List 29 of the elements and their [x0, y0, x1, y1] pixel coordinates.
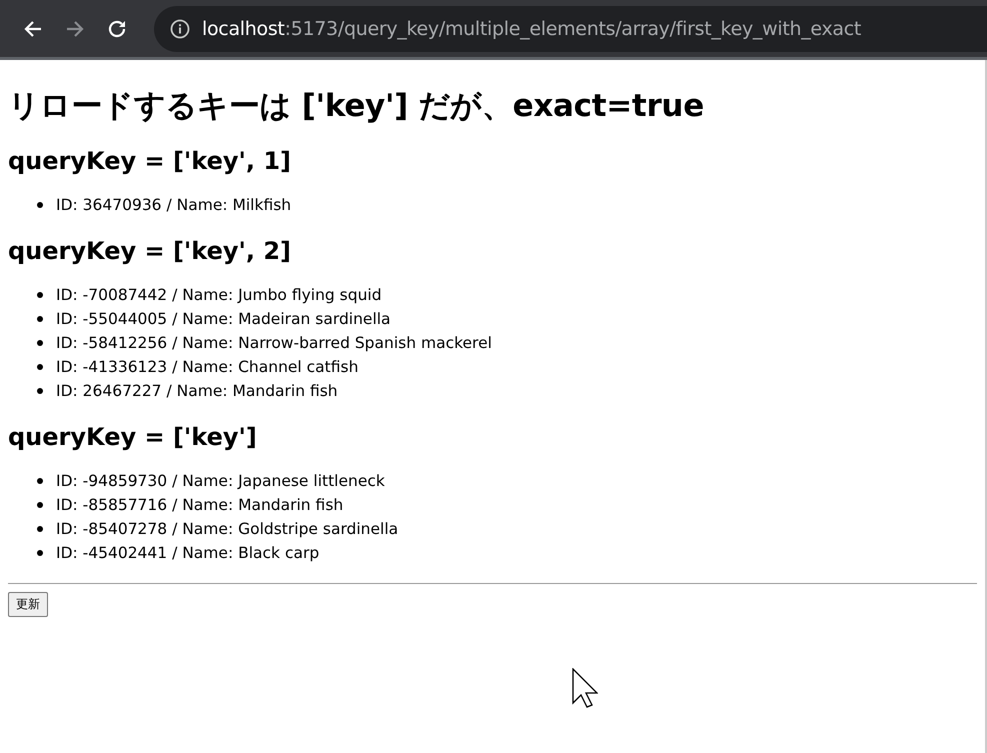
bullet-icon: [37, 550, 43, 556]
cursor-icon: [572, 668, 598, 708]
section-heading: queryKey = ['key']: [8, 423, 258, 451]
bullet-icon: [37, 502, 43, 508]
list-item: ID: 36470936 / Name: Milkfish: [56, 195, 292, 216]
list-item: ID: -41336123 / Name: Channel catfish: [56, 357, 358, 378]
bullet-icon: [37, 478, 43, 484]
section-heading: queryKey = ['key', 2]: [8, 237, 292, 265]
list-item: ID: -45402441 / Name: Black carp: [56, 543, 320, 564]
list-item: ID: -85407278 / Name: Goldstripe sardinella: [56, 519, 398, 540]
info-icon[interactable]: [170, 18, 190, 38]
bullet-icon: [37, 316, 43, 322]
bullet-icon: [37, 388, 43, 394]
address-bar[interactable]: localhost:5173/query_key/multiple_elements/array/first_key_with_exact: [154, 6, 987, 52]
list-item: ID: -55044005 / Name: Madeiran sardinella: [56, 309, 391, 330]
refresh-button[interactable]: 更新: [8, 592, 48, 617]
bullet-icon: [37, 364, 43, 370]
list-item: ID: -85857716 / Name: Mandarin fish: [56, 495, 344, 516]
page-title: リロードするキーは ['key'] だが、exact=true: [8, 87, 705, 126]
list-item: ID: -70087442 / Name: Jumbo flying squid: [56, 285, 382, 306]
bullet-icon: [37, 202, 43, 208]
url-text: localhost:5173/query_key/multiple_elements/array/first_key_with_exact: [202, 18, 862, 40]
bullet-icon: [37, 292, 43, 298]
list-item: ID: -94859730 / Name: Japanese littleneck: [56, 471, 385, 492]
bullet-icon: [37, 340, 43, 346]
bullet-icon: [37, 526, 43, 532]
list-item: ID: -58412256 / Name: Narrow-barred Spanish mackerel: [56, 333, 492, 354]
section-heading: queryKey = ['key', 1]: [8, 147, 292, 175]
list-item: ID: 26467227 / Name: Mandarin fish: [56, 381, 338, 402]
